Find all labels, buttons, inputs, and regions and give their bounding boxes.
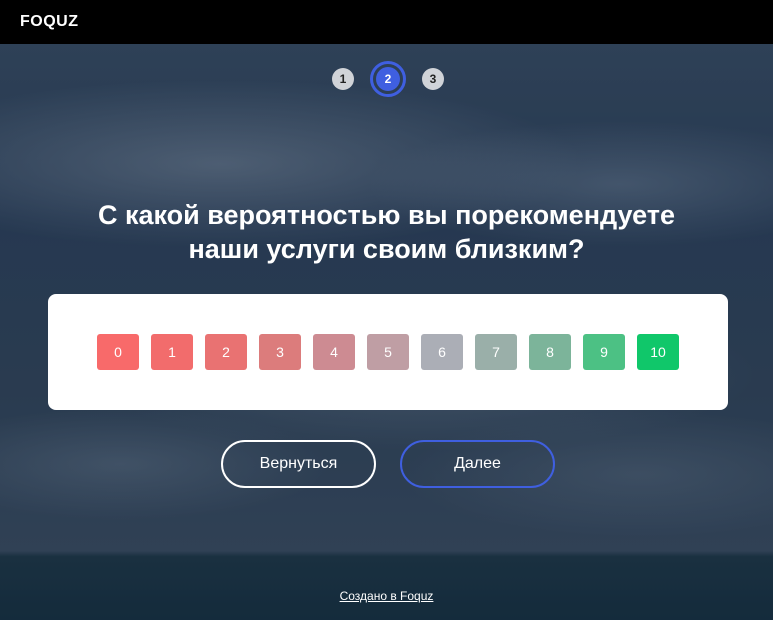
score-button-6[interactable]: 6: [421, 334, 463, 370]
score-button-0[interactable]: 0: [97, 334, 139, 370]
next-button[interactable]: Далее: [400, 440, 555, 488]
top-bar: FOQUZ: [0, 0, 773, 44]
step-3[interactable]: 3: [422, 68, 444, 90]
step-2[interactable]: 2: [376, 67, 400, 91]
score-button-4[interactable]: 4: [313, 334, 355, 370]
progress-stepper: 1 2 3: [0, 61, 773, 97]
back-button[interactable]: Вернуться: [221, 440, 376, 488]
question-line-2: наши услуги своим близким?: [188, 234, 585, 264]
created-in-foquz-link[interactable]: Создано в Foquz: [340, 589, 434, 603]
score-button-10[interactable]: 10: [637, 334, 679, 370]
score-button-9[interactable]: 9: [583, 334, 625, 370]
score-button-3[interactable]: 3: [259, 334, 301, 370]
question-title: С какой вероятностью вы порекомендуете н…: [0, 198, 773, 266]
score-button-5[interactable]: 5: [367, 334, 409, 370]
step-1[interactable]: 1: [332, 68, 354, 90]
rating-card: 0 1 2 3 4 5 6 7 8 9 10: [48, 294, 728, 410]
score-button-8[interactable]: 8: [529, 334, 571, 370]
score-button-7[interactable]: 7: [475, 334, 517, 370]
score-button-2[interactable]: 2: [205, 334, 247, 370]
step-2-active-ring: 2: [370, 61, 406, 97]
question-line-1: С какой вероятностью вы порекомендуете: [97, 200, 676, 230]
nps-scale: 0 1 2 3 4 5 6 7 8 9 10: [97, 334, 679, 370]
footer: Создано в Foquz: [0, 587, 773, 605]
score-button-1[interactable]: 1: [151, 334, 193, 370]
foquz-logo: FOQUZ: [20, 13, 79, 30]
